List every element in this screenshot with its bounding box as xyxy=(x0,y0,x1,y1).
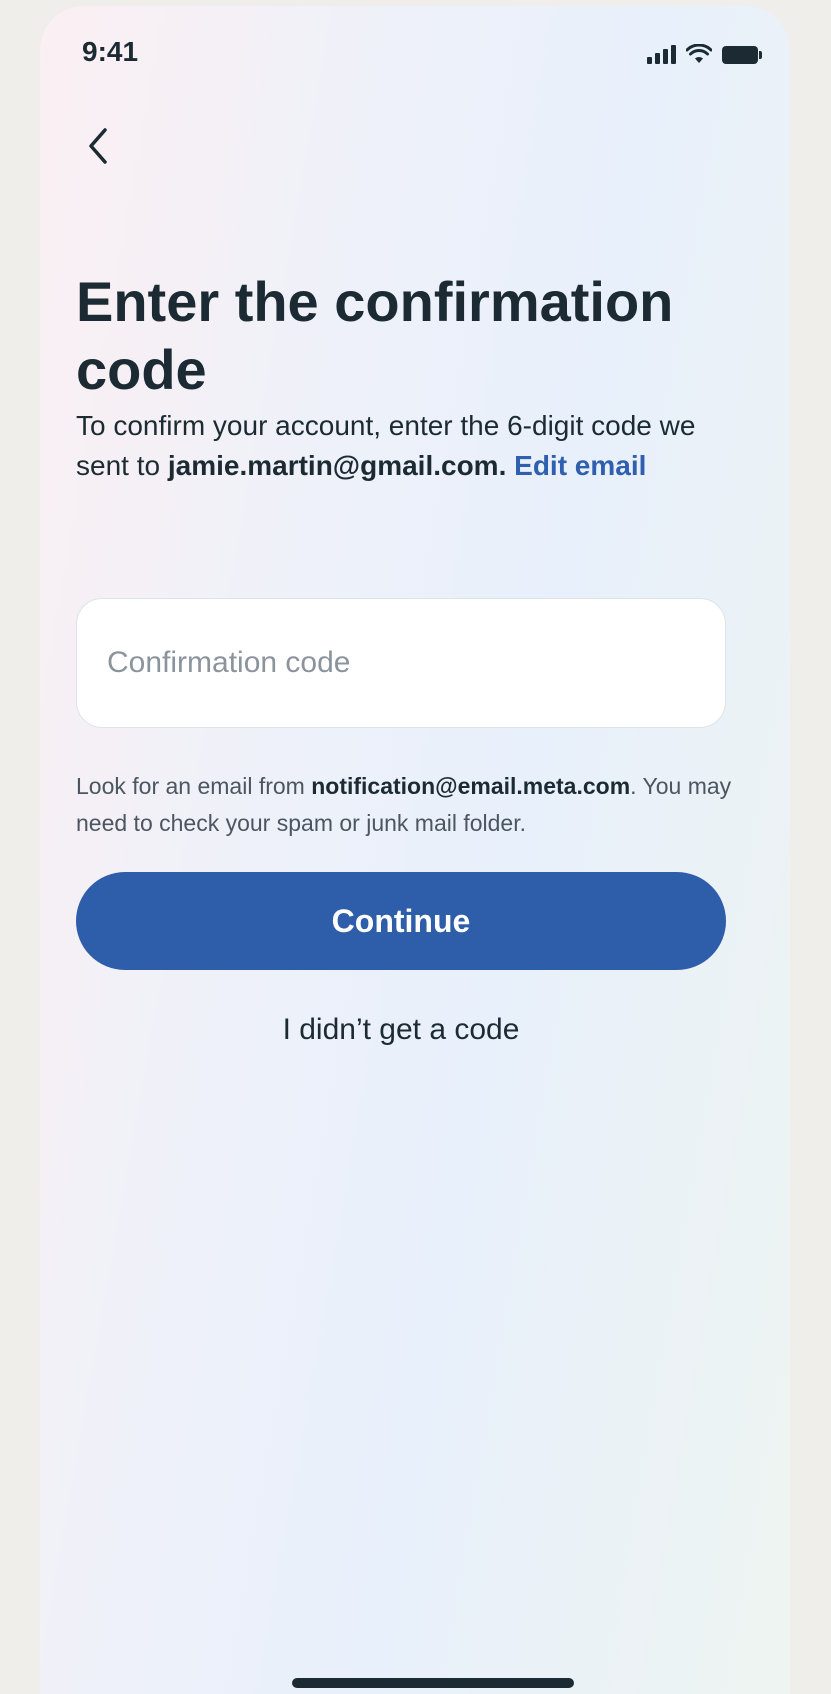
chevron-left-icon xyxy=(89,128,107,164)
wifi-icon xyxy=(686,44,712,63)
battery-icon xyxy=(722,46,762,64)
hint-text: Look for an email from notification@emai… xyxy=(76,768,766,842)
back-button[interactable] xyxy=(68,116,128,176)
hint-prefix: Look for an email from xyxy=(76,773,312,799)
confirmation-code-field[interactable] xyxy=(76,598,726,728)
status-bar: 9:41 xyxy=(40,6,790,96)
confirmation-code-input[interactable] xyxy=(107,646,725,680)
home-indicator xyxy=(292,1678,574,1688)
phone-screen: 9:41 Enter the confirmation code To conf… xyxy=(40,6,790,1694)
user-email: jamie.martin@gmail.com. xyxy=(167,450,507,481)
description-text: To confirm your account, enter the 6-dig… xyxy=(76,406,756,486)
continue-button[interactable]: Continue xyxy=(76,872,726,970)
status-icons xyxy=(647,44,762,64)
page-title: Enter the confirmation code xyxy=(76,270,674,401)
signal-icon xyxy=(647,44,676,64)
status-time: 9:41 xyxy=(82,36,139,67)
sender-email: notification@email.meta.com xyxy=(311,773,631,799)
edit-email-link[interactable]: Edit email xyxy=(514,450,646,481)
no-code-link[interactable]: I didn’t get a code xyxy=(76,1013,726,1047)
